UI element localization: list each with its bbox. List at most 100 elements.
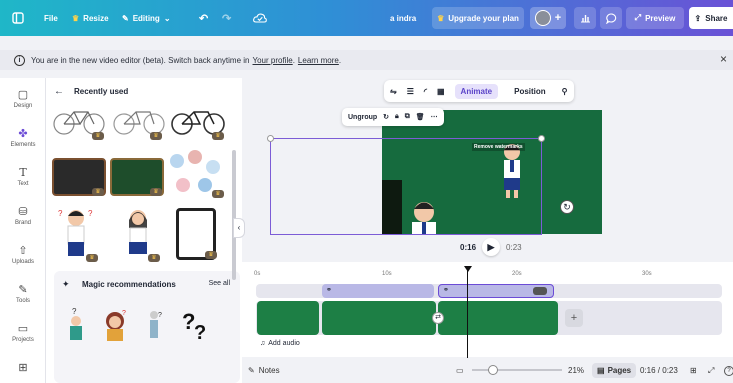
profile-link[interactable]: Your profile	[253, 56, 293, 65]
frame-thumbnail[interactable]: ♛	[176, 208, 217, 260]
premium-badge: ♛	[150, 132, 162, 140]
share-icon: ⇪	[694, 13, 702, 23]
avatar	[534, 10, 551, 26]
delete-icon[interactable]: 🗑︎	[416, 113, 425, 121]
sidebar-item-design[interactable]: ▢ Design	[0, 88, 46, 109]
blackboard-thumbnail[interactable]: ♛	[52, 158, 106, 196]
collaborators-button[interactable]: +	[530, 7, 566, 29]
position-button[interactable]: Position	[508, 84, 552, 99]
help-icon[interactable]: ?	[724, 365, 733, 376]
total-time: 0:23	[506, 242, 522, 252]
play-button[interactable]: ▶	[482, 238, 501, 256]
element-toolbar: ⇋ ☰ ◜ ▦ Animate Position ⚲	[384, 80, 574, 102]
more-options-icon[interactable]: ⋯	[431, 113, 438, 121]
sidebar-item-apps[interactable]: ⊞	[0, 361, 46, 376]
bicycle-thumbnail[interactable]: ♛	[112, 104, 166, 140]
playhead-marker-icon[interactable]	[464, 266, 472, 272]
resize-handle[interactable]	[538, 135, 545, 142]
svg-text:?: ?	[58, 209, 63, 218]
resize-button[interactable]: ♛ Resize	[72, 0, 109, 36]
file-menu[interactable]: File	[44, 0, 58, 36]
flip-icon[interactable]: ⇋	[390, 87, 397, 96]
brand-icon: ⛁	[18, 206, 28, 218]
grid-view-icon[interactable]: ⊞	[690, 366, 697, 375]
animate-button[interactable]: Animate	[454, 83, 499, 99]
add-page-button[interactable]: +	[565, 309, 583, 327]
close-icon[interactable]: ×	[720, 52, 727, 66]
editing-menu[interactable]: ✎ Editing ⌄	[122, 0, 171, 36]
sidebar-item-brand[interactable]: ⛁ Brand	[0, 205, 46, 226]
ruler-tick: 0s	[254, 271, 261, 277]
rotate-icon[interactable]: ↻	[560, 200, 574, 214]
svg-text:?: ?	[122, 310, 126, 317]
remove-watermarks-label[interactable]: Remove watermarks	[472, 143, 525, 151]
rotate-icon[interactable]: ↻	[383, 113, 389, 121]
redo-icon[interactable]: ↷	[222, 0, 231, 36]
design-icon: ▢	[17, 89, 29, 101]
upgrade-plan-button[interactable]: ♛ Upgrade your plan	[432, 7, 524, 29]
girl-student-thumbnail[interactable]: ♛	[118, 206, 160, 262]
emoji-sticker-icon	[198, 178, 212, 192]
zoom-slider[interactable]	[472, 369, 562, 371]
sidebar-item-projects[interactable]: ▭ Projects	[0, 322, 46, 343]
transition-icon[interactable]: ⇄	[432, 312, 444, 324]
lock-icon[interactable]: 🔒︎	[395, 113, 399, 121]
link-icon: ⚭	[443, 287, 449, 294]
link-icon: ⚭	[326, 287, 332, 294]
page-clip[interactable]	[438, 301, 558, 335]
corner-rounding-icon[interactable]: ◜	[424, 87, 427, 96]
element-clip[interactable]: ⚭	[322, 284, 434, 298]
question-figure-thumbnail[interactable]: ?	[142, 307, 166, 343]
sidebar-item-uploads[interactable]: ⇧ Uploads	[0, 244, 46, 265]
sidebar-item-label: Brand	[14, 220, 31, 226]
preview-button[interactable]: ⤢ Preview	[626, 7, 684, 29]
analytics-icon[interactable]	[574, 7, 596, 29]
sticker-pack-thumbnail[interactable]: ♛	[168, 150, 228, 202]
share-button[interactable]: ⇪ Share	[689, 7, 733, 29]
confused-girl-thumbnail[interactable]: ?	[100, 307, 130, 343]
duplicate-icon[interactable]: ⧉	[405, 113, 410, 121]
comment-icon[interactable]	[600, 7, 622, 29]
premium-badge: ♛	[212, 132, 224, 140]
add-audio-button[interactable]: ♫ Add audio	[260, 340, 300, 347]
border-style-icon[interactable]: ☰	[407, 87, 414, 96]
sidebar-item-elements[interactable]: ✤ Elements	[0, 127, 46, 148]
premium-badge: ♛	[150, 188, 162, 196]
page-clip[interactable]	[322, 301, 436, 335]
panel-header: ← Recently used	[54, 86, 128, 97]
cloud-saved-icon[interactable]	[253, 0, 267, 36]
question-marks-thumbnail[interactable]: ??	[180, 303, 212, 344]
element-clip-selected[interactable]: ⚭	[438, 284, 554, 298]
uploads-icon: ⇧	[18, 245, 28, 257]
timeline-view-icon[interactable]: ▭	[456, 366, 464, 375]
zoom-value[interactable]: 21%	[568, 366, 584, 375]
notes-button[interactable]: ✎ Notes	[248, 366, 280, 375]
page-clip[interactable]	[257, 301, 319, 335]
selection-box[interactable]	[270, 138, 542, 235]
greenboard-thumbnail[interactable]: ♛	[110, 158, 164, 196]
see-all-link[interactable]: See all	[209, 280, 230, 287]
sidebar-toggle-icon[interactable]	[12, 0, 24, 36]
sidebar-item-tools[interactable]: ✎ Tools	[0, 283, 46, 304]
zoom-slider-handle[interactable]	[488, 365, 498, 375]
music-note-icon: ♫	[260, 340, 266, 347]
transparency-icon[interactable]: ▦	[437, 87, 445, 96]
undo-icon[interactable]: ↶	[199, 0, 208, 36]
pages-button[interactable]: ▤ Pages	[592, 363, 637, 378]
sidebar-item-text[interactable]: T Text	[0, 166, 46, 187]
boy-student-thumbnail[interactable]: ?? ♛	[56, 206, 98, 262]
ruler-tick: 30s	[642, 271, 652, 277]
fullscreen-icon[interactable]: ⤢	[708, 366, 714, 376]
thinking-boy-thumbnail[interactable]: ?	[64, 307, 88, 343]
resize-handle[interactable]	[267, 135, 274, 142]
bicycle-thumbnail[interactable]: ♛	[170, 104, 226, 140]
back-arrow-icon[interactable]: ←	[54, 86, 64, 97]
bicycle-thumbnail[interactable]: ♛	[52, 104, 106, 140]
sidebar-item-label: Elements	[10, 142, 36, 148]
learn-more-link[interactable]: Learn more	[298, 56, 339, 65]
ungroup-button[interactable]: Ungroup	[348, 114, 377, 121]
collapse-panel-button[interactable]: ‹	[233, 218, 245, 238]
panel-scrollbar[interactable]	[232, 150, 236, 280]
paint-format-icon[interactable]: ⚲	[562, 87, 568, 96]
svg-text:?: ?	[72, 307, 77, 316]
